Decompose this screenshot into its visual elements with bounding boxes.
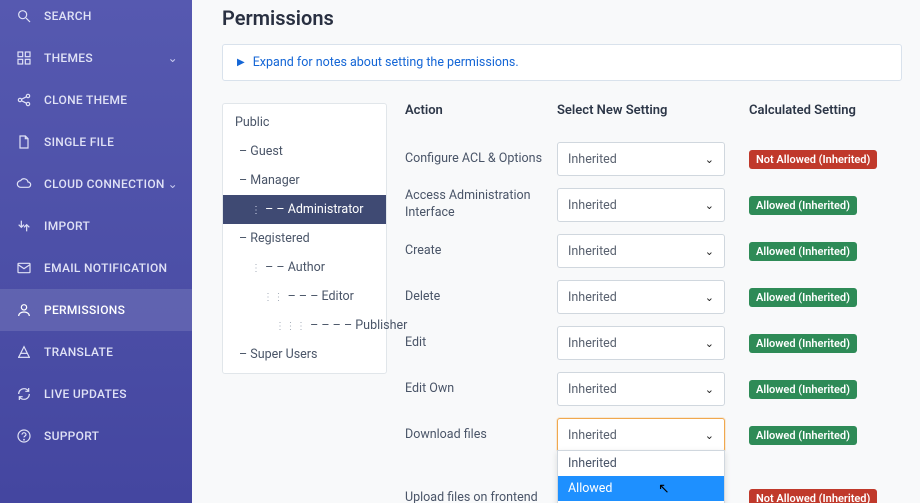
expand-notes-label: Expand for notes about setting the permi… — [253, 55, 519, 70]
sidebar-item-label: THEMES — [44, 51, 93, 65]
chevron-down-icon: ⌄ — [168, 177, 178, 191]
status-badge: Not Allowed (Inherited) — [749, 150, 877, 169]
chevron-down-icon: ⌄ — [705, 245, 714, 258]
perm-action-label: Configure ACL & Options — [405, 151, 557, 168]
tree-item-manager[interactable]: – Manager — [223, 166, 386, 195]
cloud-icon — [16, 176, 32, 192]
drag-grip-icon: ⋮ ⋮ — [263, 292, 282, 303]
status-badge: Allowed (Inherited) — [749, 288, 857, 307]
tree-item-registered[interactable]: – Registered — [223, 224, 386, 253]
import-icon — [16, 218, 32, 234]
sidebar-item-themes[interactable]: THEMES ⌄ — [0, 37, 192, 79]
email-icon — [16, 260, 32, 276]
sidebar-item-label: CLOUD CONNECTION — [44, 177, 165, 191]
sidebar-item-label: PERMISSIONS — [44, 303, 125, 317]
refresh-icon — [16, 386, 32, 402]
perm-action-label: Create — [405, 243, 557, 260]
tree-item-administrator[interactable]: ⋮ – – Administrator — [223, 195, 386, 224]
column-header-action: Action — [405, 103, 557, 118]
perm-action-label: Access Administration Interface — [405, 188, 557, 222]
chevron-down-icon: ⌄ — [705, 291, 714, 304]
sidebar-item-label: LIVE UPDATES — [44, 387, 127, 401]
expand-notes-button[interactable]: ▶ Expand for notes about setting the per… — [222, 44, 902, 81]
dropdown-option-inherited[interactable]: Inherited — [558, 451, 724, 476]
status-badge: Allowed (Inherited) — [749, 334, 857, 353]
table-row: Edit Inherited⌄ Allowed (Inherited) — [405, 320, 902, 366]
table-row: Edit Own Inherited⌄ Allowed (Inherited) — [405, 366, 902, 412]
column-header-calculated: Calculated Setting — [725, 103, 902, 118]
sidebar-item-label: TRANSLATE — [44, 345, 113, 359]
perm-select[interactable]: Inherited⌄ — [557, 280, 725, 314]
column-header-select: Select New Setting — [557, 103, 725, 118]
page-title: Permissions — [192, 0, 920, 44]
perm-select[interactable]: Inherited⌄ — [557, 142, 725, 176]
sidebar-item-translate[interactable]: TRANSLATE — [0, 331, 192, 373]
status-badge: Allowed (Inherited) — [749, 380, 857, 399]
perm-action-label: Download files — [405, 427, 557, 444]
tree-item-guest[interactable]: – Guest — [223, 137, 386, 166]
sidebar: SEARCH THEMES ⌄ CLONE THEME SINGLE FILE … — [0, 0, 192, 503]
status-badge: Not Allowed (Inherited) — [749, 489, 877, 503]
status-badge: Allowed (Inherited) — [749, 242, 857, 261]
sidebar-item-clone-theme[interactable]: CLONE THEME — [0, 79, 192, 121]
search-icon — [16, 8, 32, 24]
sidebar-item-email-notification[interactable]: EMAIL NOTIFICATION — [0, 247, 192, 289]
chevron-down-icon: ⌄ — [705, 337, 714, 350]
select-dropdown: Inherited Allowed Denied ↖ — [557, 450, 725, 503]
table-row: Delete Inherited⌄ Allowed (Inherited) — [405, 274, 902, 320]
sidebar-item-label: SUPPORT — [44, 429, 99, 443]
sidebar-item-live-updates[interactable]: LIVE UPDATES — [0, 373, 192, 415]
perm-action-label: Delete — [405, 289, 557, 306]
perm-action-label: Edit Own — [405, 381, 557, 398]
status-badge: Allowed (Inherited) — [749, 426, 857, 445]
status-badge: Allowed (Inherited) — [749, 196, 857, 215]
perm-select[interactable]: Inherited⌄ — [557, 372, 725, 406]
chevron-down-icon: ⌄ — [168, 51, 178, 65]
sidebar-item-label: IMPORT — [44, 219, 90, 233]
tree-item-super-users[interactable]: – Super Users — [223, 340, 386, 369]
tree-item-editor[interactable]: ⋮ ⋮ – – – Editor — [223, 282, 386, 311]
table-row: Configure ACL & Options Inherited⌄ Not A… — [405, 136, 902, 182]
chevron-down-icon: ⌄ — [705, 199, 714, 212]
perm-action-label: Upload files on frontend — [405, 490, 557, 503]
table-row: Create Inherited⌄ Allowed (Inherited) — [405, 228, 902, 274]
sidebar-item-search[interactable]: SEARCH — [0, 0, 192, 37]
table-row: Download files Inherited⌄ Allowed (Inher… — [405, 412, 902, 458]
drag-grip-icon: ⋮ — [251, 205, 260, 216]
sidebar-item-label: SINGLE FILE — [44, 135, 114, 149]
sidebar-item-label: CLONE THEME — [44, 93, 127, 107]
sidebar-item-single-file[interactable]: SINGLE FILE — [0, 121, 192, 163]
triangle-right-icon: ▶ — [237, 57, 245, 68]
support-icon — [16, 428, 32, 444]
tree-item-author[interactable]: ⋮ – – Author — [223, 253, 386, 282]
chevron-down-icon: ⌄ — [705, 383, 714, 396]
perm-action-label: Edit — [405, 335, 557, 352]
drag-grip-icon: ⋮ ⋮ ⋮ — [275, 321, 305, 332]
sidebar-item-label: EMAIL NOTIFICATION — [44, 261, 167, 275]
chevron-down-icon: ⌄ — [705, 429, 714, 442]
file-icon — [16, 134, 32, 150]
user-group-tree: Public – Guest – Manager ⋮ – – Administr… — [222, 103, 387, 374]
main-content: Permissions ▶ Expand for notes about set… — [192, 0, 920, 503]
drag-grip-icon: ⋮ — [251, 263, 260, 274]
chevron-down-icon: ⌄ — [705, 153, 714, 166]
translate-icon — [16, 344, 32, 360]
dropdown-option-allowed[interactable]: Allowed — [558, 476, 724, 501]
tree-item-publisher[interactable]: ⋮ ⋮ ⋮ – – – – Publisher — [223, 311, 386, 340]
tree-item-public[interactable]: Public — [223, 108, 386, 137]
sidebar-item-support[interactable]: SUPPORT — [0, 415, 192, 457]
perm-select[interactable]: Inherited⌄ — [557, 326, 725, 360]
grid-icon — [16, 50, 32, 66]
permissions-table: Action Select New Setting Calculated Set… — [405, 103, 902, 503]
perm-select[interactable]: Inherited⌄ — [557, 234, 725, 268]
sidebar-item-import[interactable]: IMPORT — [0, 205, 192, 247]
perm-select[interactable]: Inherited⌄ — [557, 188, 725, 222]
sidebar-item-label: SEARCH — [44, 9, 92, 23]
share-icon — [16, 92, 32, 108]
table-row: Access Administration Interface Inherite… — [405, 182, 902, 228]
sidebar-item-cloud-connection[interactable]: CLOUD CONNECTION ⌄ — [0, 163, 192, 205]
permissions-icon — [16, 302, 32, 318]
sidebar-item-permissions[interactable]: PERMISSIONS — [0, 289, 192, 331]
perm-select[interactable]: Inherited⌄ — [557, 418, 725, 452]
